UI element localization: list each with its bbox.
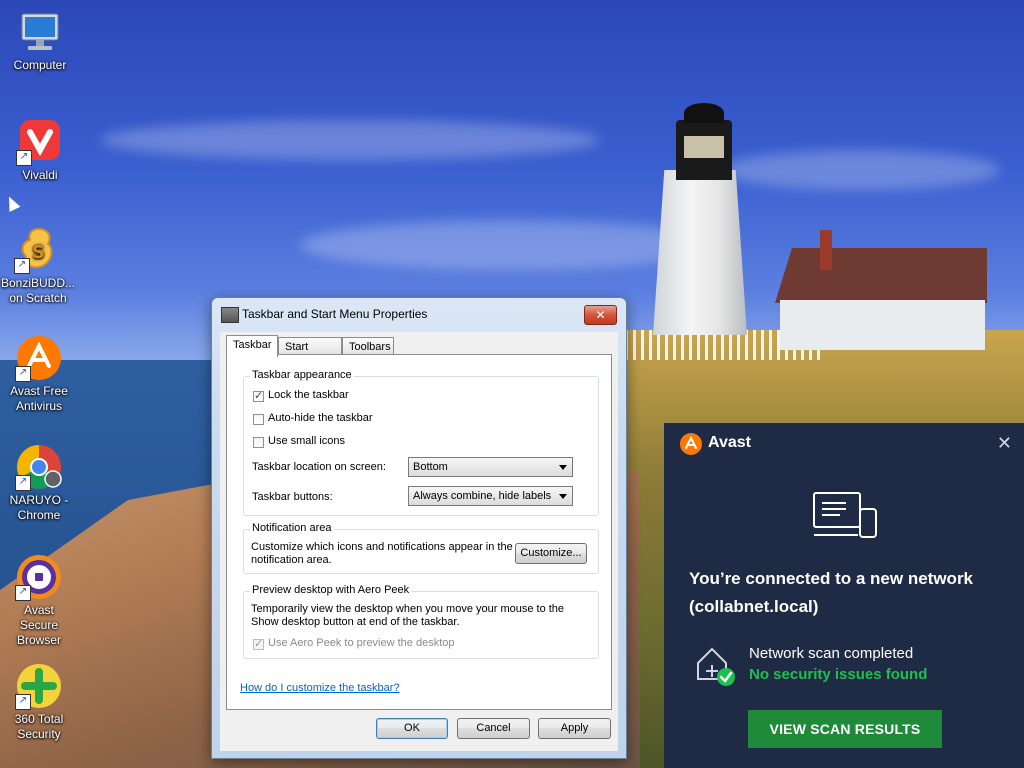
- chimney: [820, 230, 832, 270]
- taskbar-tab-panel: Taskbar appearance Lock the taskbar Auto…: [226, 354, 612, 710]
- shortcut-arrow-icon: ↗: [15, 366, 31, 382]
- desktop-icon-bonzibuddy[interactable]: S ↗ BonziBUDD... on Scratch: [0, 226, 76, 306]
- ok-button[interactable]: OK: [376, 718, 448, 739]
- autohide-taskbar-label: Auto-hide the taskbar: [268, 412, 373, 424]
- avast-icon: ↗: [15, 334, 63, 382]
- notification-description: notification area.: [251, 554, 332, 566]
- dropdown-arrow-icon: [559, 465, 567, 470]
- desktop-icon-avast-antivirus[interactable]: ↗ Avast Free Antivirus: [1, 334, 77, 414]
- desktop-icon-label: NARUYO - Chrome: [9, 493, 69, 522]
- small-icons-checkbox[interactable]: [253, 437, 264, 448]
- desktop-icon-vivaldi[interactable]: ↗ Vivaldi: [2, 118, 78, 183]
- 360-security-icon: ↗: [15, 662, 63, 710]
- taskbar-properties-dialog: Taskbar and Start Menu Properties ✕ Task…: [211, 297, 627, 759]
- taskbar-location-value: Bottom: [413, 461, 448, 473]
- lighthouse-glass: [684, 136, 724, 158]
- group-title: Taskbar appearance: [250, 369, 354, 381]
- svg-text:S: S: [32, 242, 45, 263]
- network-devices-icon: [812, 489, 878, 543]
- autohide-taskbar-checkbox[interactable]: [253, 414, 264, 425]
- taskbar-location-select[interactable]: Bottom: [408, 457, 573, 477]
- view-scan-results-button[interactable]: VIEW SCAN RESULTS: [748, 710, 942, 748]
- desktop-icon-chrome[interactable]: ↗ NARUYO - Chrome: [1, 443, 77, 523]
- help-link[interactable]: How do I customize the taskbar?: [240, 682, 400, 694]
- shortcut-arrow-icon: ↗: [15, 694, 31, 710]
- aero-peek-description: Temporarily view the desktop when you mo…: [251, 603, 565, 615]
- desktop-icon-label: Avast Secure Browser: [16, 603, 61, 647]
- shortcut-arrow-icon: ↗: [15, 585, 31, 601]
- close-button[interactable]: ✕: [584, 305, 617, 325]
- desktop-icon-label: Computer: [13, 58, 67, 72]
- aero-peek-group: Preview desktop with Aero Peek Temporari…: [243, 584, 599, 659]
- group-title: Notification area: [250, 522, 334, 534]
- tab-taskbar[interactable]: Taskbar: [226, 335, 278, 357]
- lighthouse-top: [684, 103, 724, 123]
- dialog-titlebar[interactable]: Taskbar and Start Menu Properties ✕: [212, 298, 626, 330]
- desktop-icon-label: Vivaldi: [22, 168, 58, 182]
- aero-peek-checkbox[interactable]: [253, 637, 264, 650]
- customize-button[interactable]: Customize...: [515, 543, 587, 564]
- cancel-button[interactable]: Cancel: [457, 718, 530, 739]
- scan-status-result: No security issues found: [749, 666, 928, 683]
- shortcut-arrow-icon: ↗: [14, 258, 30, 274]
- avast-notification: Avast ✕ You’re connected to a new networ…: [664, 423, 1024, 768]
- avast-logo-icon: [680, 433, 702, 455]
- taskbar-app-icon: [221, 307, 239, 323]
- shortcut-arrow-icon: ↗: [15, 475, 31, 491]
- dialog-title: Taskbar and Start Menu Properties: [242, 307, 428, 321]
- desktop-icon-360-security[interactable]: ↗ 360 Total Security: [1, 662, 77, 742]
- desktop-icon-label: Avast Free Antivirus: [10, 384, 68, 413]
- vivaldi-icon: ↗: [16, 118, 64, 166]
- desktop-icon-computer[interactable]: Computer: [2, 8, 78, 73]
- taskbar-buttons-select[interactable]: Always combine, hide labels: [408, 486, 573, 506]
- lock-taskbar-label: Lock the taskbar: [268, 389, 349, 401]
- desktop-icon-avast-browser[interactable]: ↗ Avast Secure Browser: [1, 553, 77, 648]
- house-roof: [775, 248, 987, 303]
- group-title: Preview desktop with Aero Peek: [250, 584, 412, 596]
- tab-start-menu[interactable]: Start Menu: [278, 337, 342, 371]
- computer-icon: [16, 8, 64, 56]
- cloud: [300, 220, 720, 270]
- taskbar-buttons-label: Taskbar buttons:: [252, 491, 333, 503]
- taskbar-location-label: Taskbar location on screen:: [252, 461, 386, 473]
- toast-headline-line: You’re connected to a new network: [689, 569, 974, 588]
- toast-close-button[interactable]: ✕: [997, 433, 1012, 454]
- desktop-icon-label: BonziBUDD... on Scratch: [0, 276, 76, 305]
- dialog-client-area: Taskbar Start Menu Toolbars Taskbar appe…: [220, 332, 618, 751]
- cloud: [720, 150, 1000, 190]
- apply-button[interactable]: Apply: [538, 718, 611, 739]
- cloud: [100, 120, 600, 160]
- tab-toolbars[interactable]: Toolbars: [342, 337, 394, 355]
- notification-description: Customize which icons and notifications …: [251, 541, 513, 553]
- dropdown-arrow-icon: [559, 494, 567, 499]
- home-network-check-icon: [694, 643, 738, 687]
- scan-status-title: Network scan completed: [749, 645, 914, 662]
- aero-peek-label: Use Aero Peek to preview the desktop: [268, 637, 455, 649]
- lock-taskbar-checkbox[interactable]: [253, 389, 264, 402]
- toast-network-name: (collabnet.local): [689, 597, 819, 616]
- desktop-icon-label: 360 Total Security: [14, 712, 64, 741]
- house: [780, 300, 985, 350]
- avast-secure-browser-icon: ↗: [15, 553, 63, 601]
- taskbar-appearance-group: Taskbar appearance Lock the taskbar Auto…: [243, 369, 599, 516]
- shortcut-arrow-icon: ↗: [16, 150, 32, 166]
- chrome-icon: ↗: [15, 443, 63, 491]
- lighthouse-tower: [653, 170, 747, 335]
- notification-area-group: Notification area Customize which icons …: [243, 522, 599, 574]
- small-icons-label: Use small icons: [268, 435, 346, 447]
- scratch-icon: S ↗: [14, 226, 62, 274]
- aero-peek-description: Show desktop button at end of the taskba…: [251, 616, 460, 628]
- toast-headline: You’re connected to a new network (colla…: [689, 565, 1009, 621]
- taskbar-buttons-value: Always combine, hide labels: [413, 490, 552, 502]
- avast-brand: Avast: [708, 434, 751, 451]
